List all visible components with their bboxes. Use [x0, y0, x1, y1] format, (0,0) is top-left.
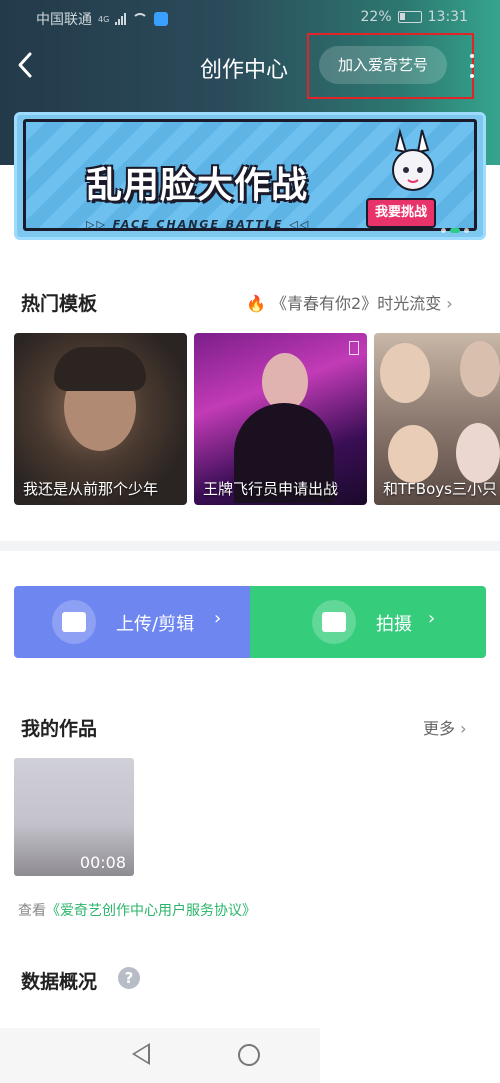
thumbnail-image [388, 425, 438, 483]
tag-icon [349, 341, 359, 355]
section-divider [0, 541, 500, 551]
template-label: 和TFBoys三小只 [383, 480, 497, 498]
banner-title: 乱用脸大作战 [86, 165, 309, 206]
clock: 13:31 [427, 9, 468, 25]
nav-bar: 创作中心 加入爱奇艺号 [0, 33, 500, 99]
template-card[interactable]: 王牌飞行员申请出战 [194, 333, 367, 505]
network-type: 4G [98, 14, 110, 24]
system-back-icon[interactable] [132, 1043, 150, 1065]
chevron-right-icon: › [460, 719, 467, 738]
carousel-dots [441, 228, 469, 233]
agreement-line: 查看《爱奇艺创作中心用户服务协议》 [18, 900, 256, 920]
work-item[interactable]: 00:08 [14, 758, 134, 876]
thumbnail-image [456, 423, 500, 483]
back-icon[interactable] [14, 50, 38, 80]
chevron-right-icon: › [446, 294, 453, 313]
shoot-label: 拍摄 [376, 614, 412, 635]
status-left: 中国联通 4G [36, 9, 169, 29]
help-icon[interactable]: ? [118, 967, 140, 989]
thumbnail-hair [54, 347, 146, 391]
video-duration: 00:08 [79, 853, 126, 872]
wifi-icon [132, 13, 149, 25]
battery-percent: 22% [360, 9, 392, 25]
status-right: 22% 13:31 [361, 9, 468, 25]
signal-icon [115, 13, 127, 25]
data-overview-title: 数据概况 [21, 971, 98, 993]
hot-templates-title: 热门模板 [21, 293, 98, 315]
fire-icon: 🔥 [246, 294, 266, 313]
carrier-name: 中国联通 [36, 12, 92, 28]
shoot-button[interactable]: 拍摄 › [250, 586, 486, 658]
thumbnail-image [460, 341, 500, 397]
agreement-link[interactable]: 《爱奇艺创作中心用户服务协议》 [46, 903, 256, 919]
shield-icon [154, 12, 169, 26]
page-title: 创作中心 [200, 58, 289, 83]
upload-edit-button[interactable]: 上传/剪辑 › [14, 586, 250, 658]
template-card[interactable]: 我还是从前那个少年 [14, 333, 187, 505]
more-label: 更多 [423, 719, 456, 738]
template-card[interactable]: 和TFBoys三小只 [374, 333, 500, 505]
action-buttons: 上传/剪辑 › 拍摄 › [14, 586, 486, 658]
more-menu-icon[interactable] [470, 54, 474, 78]
hot-templates-promo-link[interactable]: 🔥 《青春有你2》时光流变 › [246, 290, 453, 314]
camera-icon [312, 600, 356, 644]
template-label: 王牌飞行员申请出战 [203, 480, 339, 498]
upload-edit-label: 上传/剪辑 [116, 614, 195, 635]
chevron-right-icon: › [428, 608, 436, 629]
system-nav-bar [0, 1028, 320, 1083]
banner-frame: 乱用脸大作战 ▷▷ FACE CHANGE BATTLE ◁◁ 我要挑战 [23, 119, 477, 231]
template-label: 我还是从前那个少年 [23, 480, 159, 498]
my-works-title: 我的作品 [21, 718, 98, 740]
mascot-icon [392, 128, 434, 191]
battery-icon [397, 11, 422, 23]
template-list: 我还是从前那个少年 王牌飞行员申请出战 和TFBoys三小只 [14, 333, 500, 505]
system-home-icon[interactable] [238, 1044, 260, 1066]
my-works-more-link[interactable]: 更多 › [423, 715, 467, 739]
video-icon [52, 600, 96, 644]
promo-banner[interactable]: 乱用脸大作战 ▷▷ FACE CHANGE BATTLE ◁◁ 我要挑战 [14, 112, 486, 240]
banner-subtitle: ▷▷ FACE CHANGE BATTLE ◁◁ [86, 218, 311, 231]
challenge-button[interactable]: 我要挑战 [366, 198, 436, 228]
status-bar: 中国联通 4G 22% 13:31 [0, 0, 500, 34]
thumbnail-image [380, 343, 430, 403]
agreement-prefix: 查看 [18, 903, 46, 919]
promo-text: 《青春有你2》时光流变 [271, 294, 442, 313]
join-iqiyi-button[interactable]: 加入爱奇艺号 [319, 46, 447, 84]
chevron-right-icon: › [214, 608, 222, 629]
